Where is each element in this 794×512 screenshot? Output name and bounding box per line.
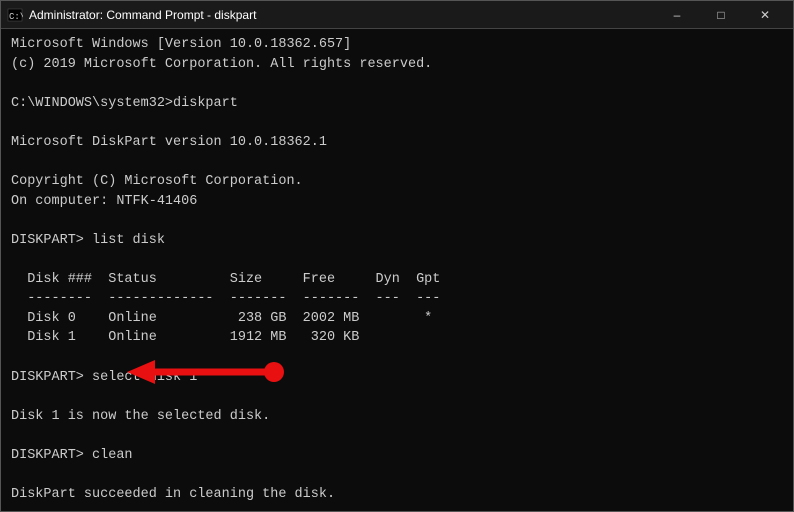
command-prompt-window: C:\ Administrator: Command Prompt - disk… bbox=[0, 0, 794, 512]
console-output[interactable]: Microsoft Windows [Version 10.0.18362.65… bbox=[1, 29, 793, 511]
title-bar-left: C:\ Administrator: Command Prompt - disk… bbox=[7, 7, 256, 23]
close-button[interactable]: ✕ bbox=[743, 1, 787, 29]
maximize-button[interactable]: □ bbox=[699, 1, 743, 29]
title-bar-controls: – □ ✕ bbox=[655, 1, 787, 29]
title-bar: C:\ Administrator: Command Prompt - disk… bbox=[1, 1, 793, 29]
minimize-button[interactable]: – bbox=[655, 1, 699, 29]
cmd-icon: C:\ bbox=[7, 7, 23, 23]
svg-text:C:\: C:\ bbox=[9, 12, 23, 22]
console-text: Microsoft Windows [Version 10.0.18362.65… bbox=[11, 35, 783, 511]
window-title: Administrator: Command Prompt - diskpart bbox=[29, 8, 256, 22]
